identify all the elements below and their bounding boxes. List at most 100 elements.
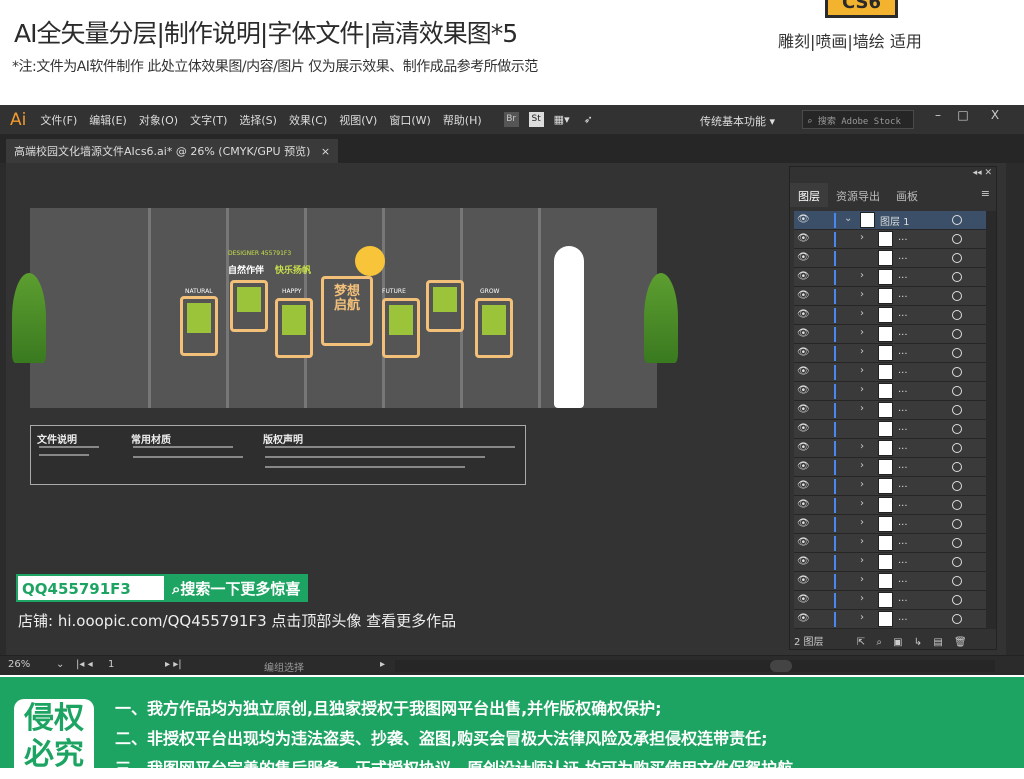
visibility-eye-icon[interactable]: 👁 (797, 575, 810, 586)
target-circle-icon[interactable] (952, 215, 962, 225)
layer-name[interactable]: ... (898, 346, 908, 357)
target-circle-icon[interactable] (952, 614, 962, 624)
tab-layers[interactable]: 图层 (790, 183, 828, 207)
layer-name[interactable]: ... (898, 479, 908, 490)
chevron-right-icon[interactable]: › (860, 460, 864, 471)
chevron-right-icon[interactable]: › (860, 365, 864, 376)
layer-name[interactable]: ... (898, 612, 908, 623)
visibility-eye-icon[interactable]: 👁 (797, 480, 810, 491)
menu-select[interactable]: 选择(S) (239, 112, 277, 128)
sublayer-row[interactable]: 👁 ›... (794, 344, 986, 363)
target-circle-icon[interactable] (952, 234, 962, 244)
visibility-eye-icon[interactable]: 👁 (797, 537, 810, 548)
layer-name[interactable]: ... (898, 422, 908, 433)
sublayer-row[interactable]: 👁 ›... (794, 572, 986, 591)
menu-effect[interactable]: 效果(C) (289, 112, 327, 128)
scroll-thumb[interactable] (770, 660, 792, 672)
layer-name[interactable]: ... (898, 289, 908, 300)
layer-name[interactable]: ... (898, 555, 908, 566)
visibility-eye-icon[interactable]: 👁 (797, 347, 810, 358)
target-circle-icon[interactable] (952, 538, 962, 548)
chevron-right-icon[interactable]: › (860, 574, 864, 585)
layer-name[interactable]: ... (898, 232, 908, 243)
target-circle-icon[interactable] (952, 481, 962, 491)
new-layer-icon[interactable]: ▤ (933, 637, 942, 648)
chevron-right-icon[interactable]: › (860, 593, 864, 604)
status-menu-icon[interactable]: ▸ (380, 659, 385, 670)
sublayer-row[interactable]: 👁 ›... (794, 591, 986, 610)
workspace-switcher[interactable]: 传统基本功能 ▾ (700, 113, 775, 129)
prev-artboard-icon[interactable]: |◂ ◂ (76, 659, 93, 670)
sublayer-row[interactable]: 👁 ›... (794, 439, 986, 458)
chevron-right-icon[interactable]: › (860, 327, 864, 338)
close-tab-icon[interactable]: × (321, 145, 330, 158)
sublayer-row[interactable]: 👁 ›... (794, 610, 986, 629)
clipping-mask-icon[interactable]: ▣ (893, 637, 902, 648)
zoom-select[interactable]: 26% (8, 659, 30, 670)
chevron-right-icon[interactable]: › (860, 479, 864, 490)
sublayer-row[interactable]: 👁 ›... (794, 363, 986, 382)
target-circle-icon[interactable] (952, 424, 962, 434)
sublayer-row[interactable]: 👁 ›... (794, 496, 986, 515)
layer-name[interactable]: ... (898, 536, 908, 547)
target-circle-icon[interactable] (952, 348, 962, 358)
panel-menu-icon[interactable]: ≡ (981, 187, 990, 200)
visibility-eye-icon[interactable]: 👁 (797, 252, 810, 263)
layer-name[interactable]: ... (898, 460, 908, 471)
minimize-button[interactable]: – (928, 108, 948, 126)
visibility-eye-icon[interactable]: 👁 (797, 328, 810, 339)
chevron-right-icon[interactable]: › (860, 612, 864, 623)
target-circle-icon[interactable] (952, 291, 962, 301)
zoom-dropdown-icon[interactable]: ⌄ (56, 659, 64, 670)
sublayer-row[interactable]: 👁... (794, 249, 986, 268)
sublayer-row[interactable]: 👁 ›... (794, 382, 986, 401)
visibility-eye-icon[interactable]: 👁 (797, 594, 810, 605)
gpu-rocket-icon[interactable]: ➶ (584, 113, 593, 126)
chevron-right-icon[interactable]: › (860, 308, 864, 319)
artboard-canvas[interactable]: DESIGNER 455791F3 自然作伴 快乐扬帆 NATURAL HAPP… (6, 163, 1020, 655)
collapse-panel-icon[interactable]: ◂◂ ✕ (973, 168, 992, 178)
horizontal-scrollbar[interactable] (395, 660, 995, 672)
layer-name[interactable]: ... (898, 327, 908, 338)
chevron-right-icon[interactable]: › (860, 555, 864, 566)
menu-type[interactable]: 文字(T) (190, 112, 227, 128)
layer-name[interactable]: ... (898, 270, 908, 281)
target-circle-icon[interactable] (952, 595, 962, 605)
stock-icon[interactable]: St (528, 112, 544, 127)
menu-edit[interactable]: 编辑(E) (89, 112, 127, 128)
visibility-eye-icon[interactable]: 👁 (797, 271, 810, 282)
target-circle-icon[interactable] (952, 386, 962, 396)
target-circle-icon[interactable] (952, 367, 962, 377)
bridge-icon[interactable]: Br (503, 112, 519, 127)
visibility-eye-icon[interactable]: 👁 (797, 499, 810, 510)
chevron-right-icon[interactable]: › (860, 403, 864, 414)
visibility-eye-icon[interactable]: 👁 (797, 423, 810, 434)
visibility-eye-icon[interactable]: 👁 (797, 613, 810, 624)
search-more-button[interactable]: ⌕搜索一下更多惊喜 (166, 574, 308, 602)
sublayer-row[interactable]: 👁 ›... (794, 306, 986, 325)
sublayer-row[interactable]: 👁 ›... (794, 401, 986, 420)
chevron-right-icon[interactable]: › (860, 384, 864, 395)
visibility-eye-icon[interactable]: 👁 (797, 366, 810, 377)
chevron-right-icon[interactable]: › (860, 536, 864, 547)
menu-help[interactable]: 帮助(H) (443, 112, 482, 128)
layer-row-top[interactable]: 👁 ⌄ 图层 1 (794, 211, 986, 230)
sublayer-row[interactable]: 👁 ›... (794, 230, 986, 249)
target-circle-icon[interactable] (952, 253, 962, 263)
chevron-right-icon[interactable]: › (860, 498, 864, 509)
next-artboard-icon[interactable]: ▸ ▸| (165, 659, 182, 670)
vertical-scrollbar[interactable] (1006, 163, 1020, 655)
adobe-stock-search[interactable]: ⌕ 搜索 Adobe Stock (802, 110, 914, 129)
visibility-eye-icon[interactable]: 👁 (797, 461, 810, 472)
target-circle-icon[interactable] (952, 500, 962, 510)
target-circle-icon[interactable] (952, 462, 962, 472)
artboard-number[interactable]: 1 (108, 659, 114, 670)
visibility-eye-icon[interactable]: 👁 (797, 442, 810, 453)
export-icon[interactable]: ⇱ (857, 637, 865, 648)
maximize-button[interactable]: □ (953, 108, 973, 126)
layer-name[interactable]: ... (898, 251, 908, 262)
visibility-eye-icon[interactable]: 👁 (797, 214, 810, 225)
sublayer-row[interactable]: 👁... (794, 420, 986, 439)
visibility-eye-icon[interactable]: 👁 (797, 518, 810, 529)
arrange-documents-icon[interactable]: ▦▾ (554, 113, 570, 126)
